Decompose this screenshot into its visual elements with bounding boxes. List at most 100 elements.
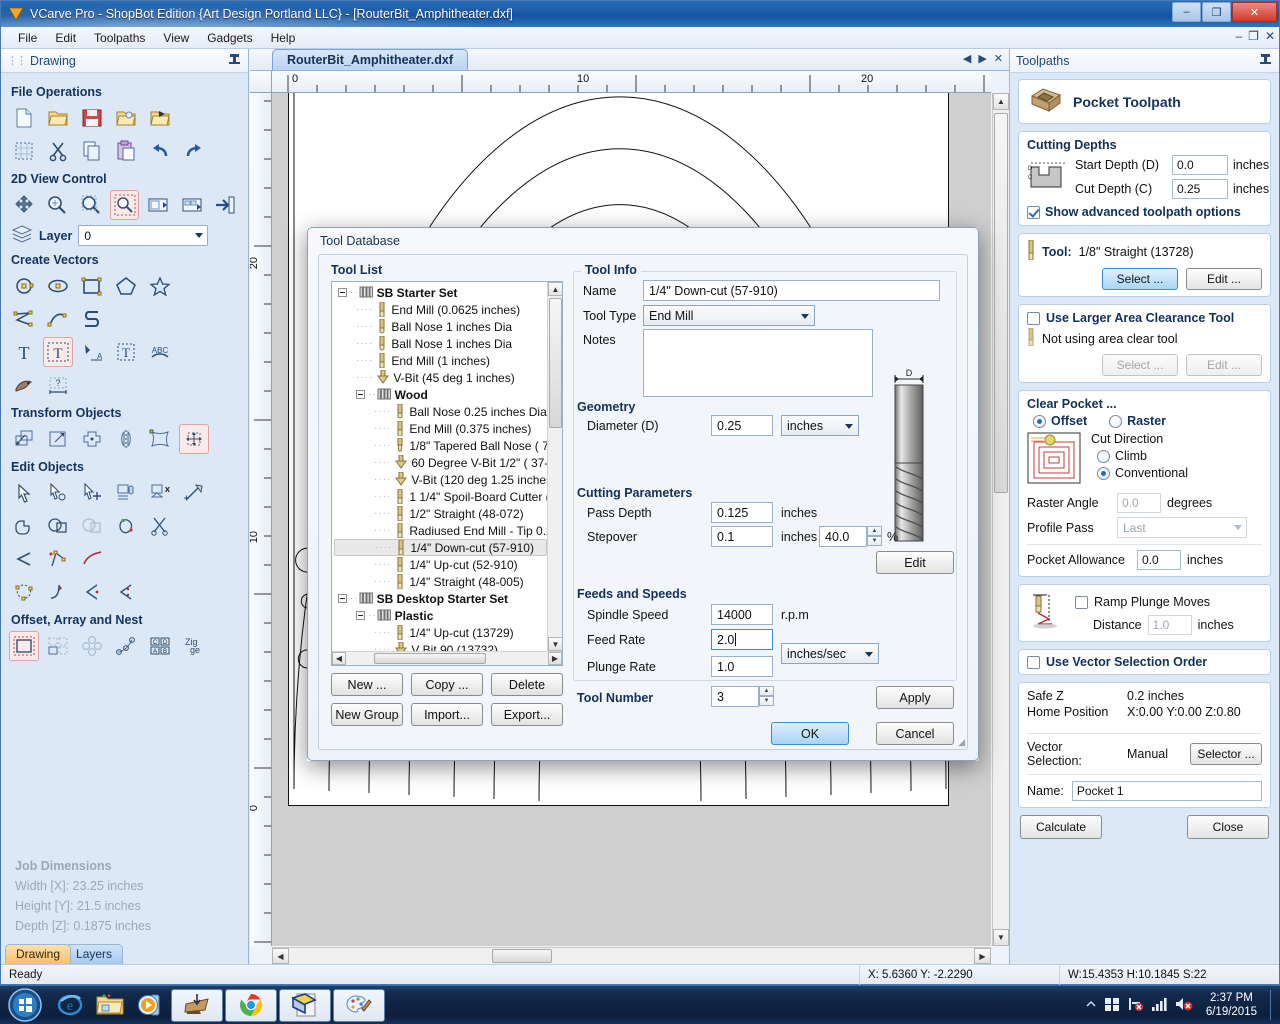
tree-scroll-up-button[interactable]: ▲ (548, 282, 562, 296)
stepover-spin-up[interactable]: ▲ (867, 526, 882, 536)
show-hidden-icons-icon[interactable] (1085, 998, 1097, 1013)
rectangle-icon[interactable] (77, 271, 107, 301)
calculate-button[interactable]: Calculate (1020, 815, 1102, 839)
export-button[interactable]: Export... (491, 703, 563, 726)
offset-radio[interactable] (1033, 414, 1046, 428)
area-clearance-select-button[interactable]: Select ... (1102, 354, 1178, 376)
toolpath-name-input[interactable]: Pocket 1 (1071, 781, 1262, 801)
group-icon[interactable] (111, 478, 141, 508)
new-file-icon[interactable] (9, 103, 39, 133)
text-icon[interactable]: T (9, 337, 39, 367)
circle-icon[interactable] (9, 271, 39, 301)
trim-icon[interactable] (145, 511, 175, 541)
tree-vertical-scroll-thumb[interactable] (549, 298, 562, 428)
menu-view[interactable]: View (154, 29, 198, 47)
polygon-icon[interactable] (111, 271, 141, 301)
cut-icon[interactable] (43, 136, 73, 166)
area-clearance-checkbox[interactable] (1027, 311, 1040, 325)
vcarve-pro-icon[interactable] (171, 988, 223, 1022)
google-chrome-icon[interactable] (225, 988, 277, 1022)
tree-expander-icon[interactable] (338, 594, 347, 603)
tool-row[interactable]: ···· Ball Nose 0.25 inches Dia (334, 403, 547, 420)
document-minimize-button[interactable]: – (1235, 29, 1242, 43)
raster-angle-input[interactable]: 0.0 (1117, 493, 1161, 513)
windows-start-icon[interactable] (0, 987, 50, 1024)
menu-help[interactable]: Help (262, 29, 305, 47)
tool-row[interactable]: ···· End Mill (1 inches) (334, 352, 547, 369)
offset-radio-row[interactable]: Offset (1033, 414, 1087, 428)
chamfer-icon[interactable] (77, 577, 107, 607)
diameter-input[interactable]: 0.25 (711, 415, 773, 436)
menu-gadgets[interactable]: Gadgets (198, 29, 261, 47)
show-desktop-button[interactable] (1270, 990, 1276, 1020)
tool-row[interactable]: ···· 1/4" Up-cut (52-910) (334, 556, 547, 573)
circular-array-icon[interactable] (77, 631, 107, 661)
area-clearance-checkbox-row[interactable]: Use Larger Area Clearance Tool (1027, 311, 1262, 325)
import-button[interactable]: Import... (411, 703, 483, 726)
ungroup-icon[interactable]: x (145, 478, 175, 508)
tool-row[interactable]: ···· 1 1/4" Spoil-Board Cutter ( (334, 488, 547, 505)
zoom-drawing-icon[interactable] (143, 190, 173, 220)
join-icon[interactable] (111, 511, 141, 541)
document-close-button[interactable]: ✕ (1265, 29, 1275, 43)
scroll-up-button[interactable]: ▲ (993, 93, 1009, 110)
array-copy-icon[interactable] (43, 631, 73, 661)
rotate-icon[interactable] (77, 424, 107, 454)
zoom-box-icon[interactable] (177, 190, 207, 220)
selector-button[interactable]: Selector ... (1190, 743, 1262, 765)
ellipse-icon[interactable] (43, 271, 73, 301)
tool-tree[interactable]: ·· SB Starter Set ···· End Mill (0.0625 inc… (331, 281, 563, 666)
measure-icon[interactable] (179, 478, 209, 508)
star-icon[interactable] (145, 271, 175, 301)
tree-scroll-right-button[interactable]: ▶ (548, 652, 562, 665)
taskbar-clock[interactable]: 2:37 PM 6/19/2015 (1200, 991, 1263, 1019)
ramp-plunge-checkbox-row[interactable]: Ramp Plunge Moves (1075, 595, 1262, 609)
zoom-selection-icon[interactable] (109, 190, 140, 220)
conventional-radio-row[interactable]: Conventional (1097, 466, 1262, 480)
open-close-span-icon[interactable] (9, 544, 39, 574)
nest-icon[interactable]: Zig ge (179, 631, 209, 661)
menu-file[interactable]: File (9, 29, 46, 47)
tool-row[interactable]: ···· Ball Nose 1 inches Dia (334, 318, 547, 335)
tool-tree-horizontal-scrollbar[interactable]: ◀ ▶ (332, 651, 562, 665)
open-recent-icon[interactable] (111, 103, 141, 133)
document-tab[interactable]: RouterBit_Amphitheater.dxf (272, 49, 468, 70)
new-tool-button[interactable]: New ... (331, 673, 403, 696)
layer-select[interactable]: 0 (78, 225, 209, 246)
stepover-percent-spinner[interactable]: ▲ ▼ (867, 526, 882, 547)
tool-row[interactable]: ···· 1/8" Tapered Ball Nose ( 7 (334, 437, 547, 454)
tool-row[interactable]: ···· 1/2" Straight (48-072) (334, 505, 547, 522)
spindle-speed-input[interactable]: 14000 (711, 604, 773, 625)
tool-group-row[interactable]: ·· Plastic (334, 607, 547, 624)
network-icon[interactable] (1127, 996, 1144, 1015)
action-center-icon[interactable] (1104, 996, 1120, 1015)
mirror-icon[interactable] (111, 424, 141, 454)
weld-icon[interactable] (9, 511, 39, 541)
tool-type-select[interactable]: End Mill (643, 305, 815, 326)
offset-icon[interactable] (9, 631, 39, 661)
tree-expander-icon[interactable] (338, 288, 347, 297)
copy-along-curve-icon[interactable] (111, 631, 141, 661)
tool-row[interactable]: ···· 1/4" Down-cut (57-910) (334, 539, 547, 556)
profile-pass-select[interactable]: Last (1117, 517, 1247, 538)
intersect-icon[interactable] (77, 511, 107, 541)
scroll-down-button[interactable]: ▼ (993, 929, 1009, 946)
pocket-allowance-input[interactable]: 0.0 (1137, 550, 1181, 570)
area-clearance-edit-button[interactable]: Edit ... (1186, 354, 1262, 376)
curve-icon[interactable] (43, 304, 73, 334)
copy-tool-button[interactable]: Copy ... (411, 673, 483, 696)
scale-icon[interactable] (43, 424, 73, 454)
start-depth-input[interactable]: 0.0 (1172, 155, 1228, 175)
rate-units-select[interactable]: inches/sec (781, 643, 879, 664)
freehand-icon[interactable] (77, 304, 107, 334)
file-explorer-icon[interactable] (92, 989, 128, 1021)
stepover-percent-input[interactable]: 40.0 (819, 526, 867, 547)
apply-button[interactable]: Apply (876, 686, 954, 709)
block-copy-icon[interactable]: CDAB (145, 631, 175, 661)
dimension-icon[interactable]: ? (43, 370, 73, 400)
node-edit-icon[interactable] (43, 478, 73, 508)
text-on-curve-icon[interactable]: AB (77, 337, 107, 367)
undo-icon[interactable] (145, 136, 175, 166)
plunge-rate-input[interactable]: 1.0 (711, 656, 773, 677)
tool-row[interactable]: ···· V-Bit (45 deg 1 inches) (334, 369, 547, 386)
